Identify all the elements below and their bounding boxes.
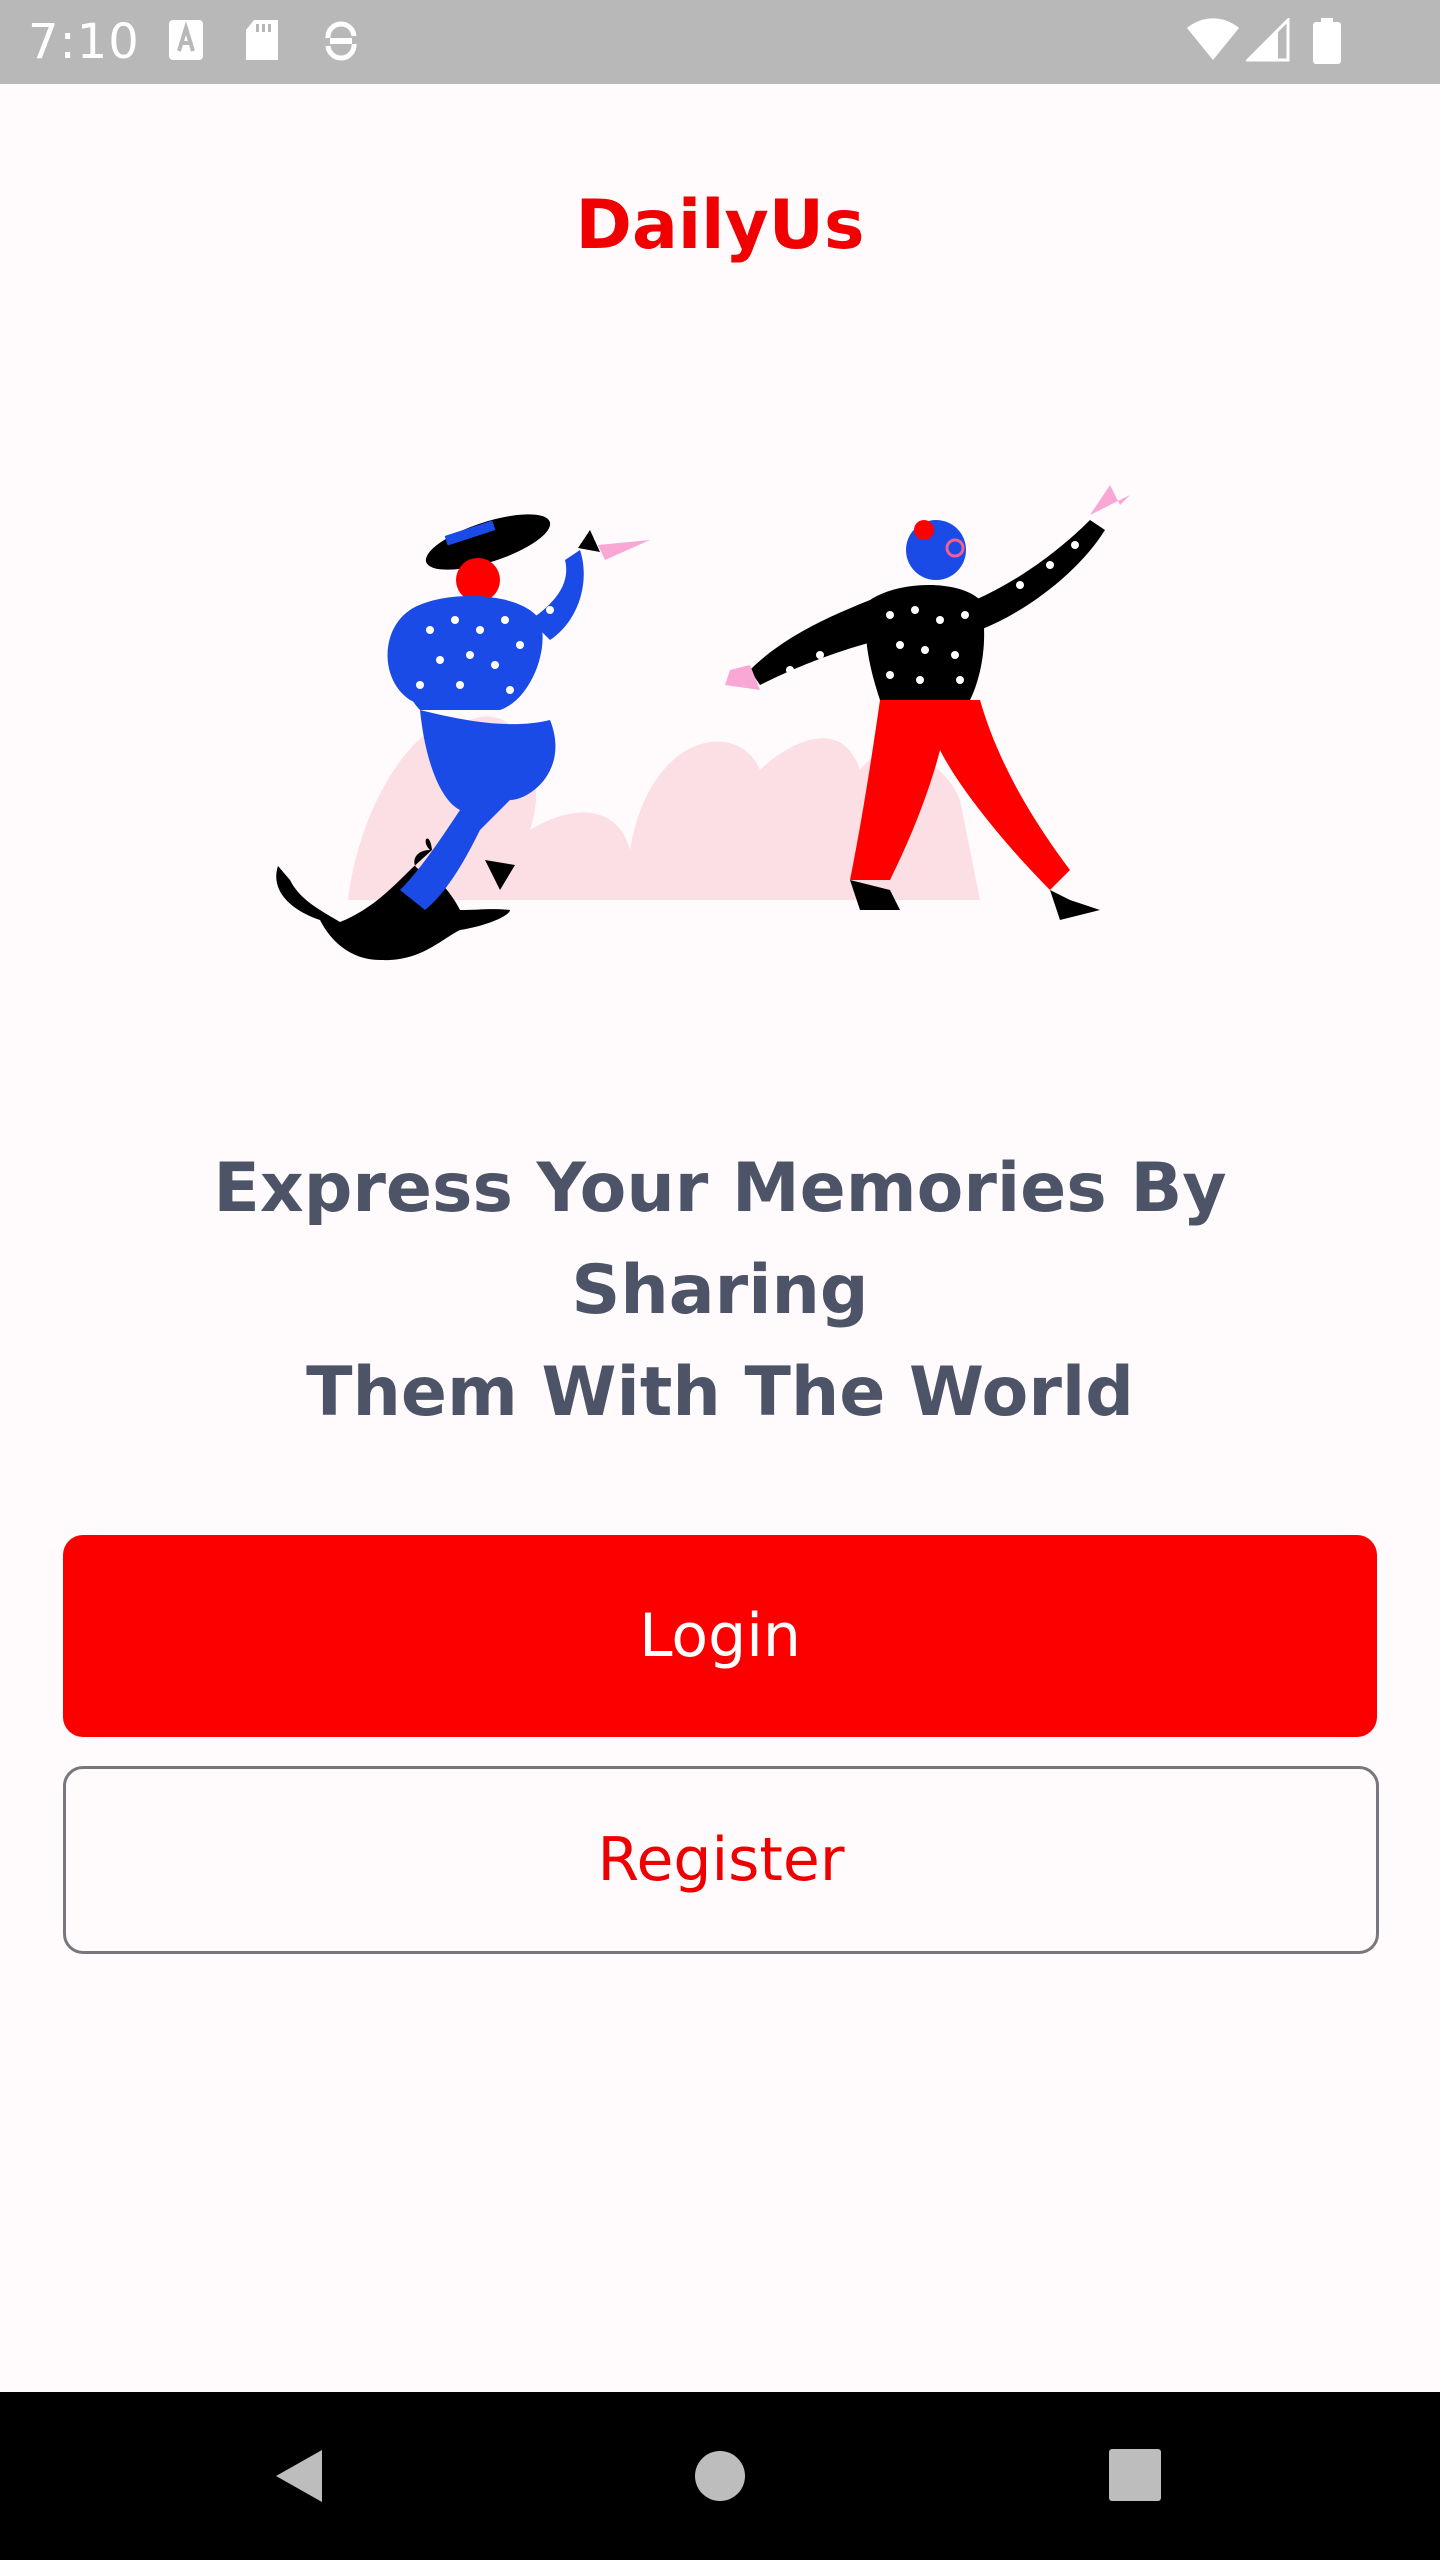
back-icon[interactable]	[270, 2446, 330, 2506]
recents-icon[interactable]	[1108, 2448, 1162, 2502]
battery-icon	[1313, 18, 1341, 64]
status-time: 7:10	[28, 14, 140, 70]
tagline-line-1: Express Your Memories By Sharing	[213, 1149, 1227, 1330]
login-button-label: Login	[639, 1601, 801, 1671]
text-a-icon	[169, 20, 203, 60]
sd-card-icon	[246, 20, 278, 60]
dancing-people-illustration	[276, 485, 1130, 961]
wifi-icon	[1187, 18, 1239, 60]
navigation-bar	[0, 2392, 1440, 2560]
status-bar: 7:10	[0, 0, 1440, 84]
login-button[interactable]: Login	[63, 1535, 1377, 1737]
cell-signal-icon	[1246, 18, 1290, 62]
home-icon[interactable]	[694, 2450, 746, 2502]
app-title: DailyUs	[575, 186, 865, 265]
sync-icon	[325, 21, 357, 61]
register-button-label: Register	[597, 1825, 845, 1895]
register-button[interactable]: Register	[63, 1766, 1379, 1954]
tagline: Express Your Memories By Sharing Them Wi…	[60, 1138, 1380, 1444]
tagline-line-2: Them With The World	[306, 1353, 1134, 1432]
